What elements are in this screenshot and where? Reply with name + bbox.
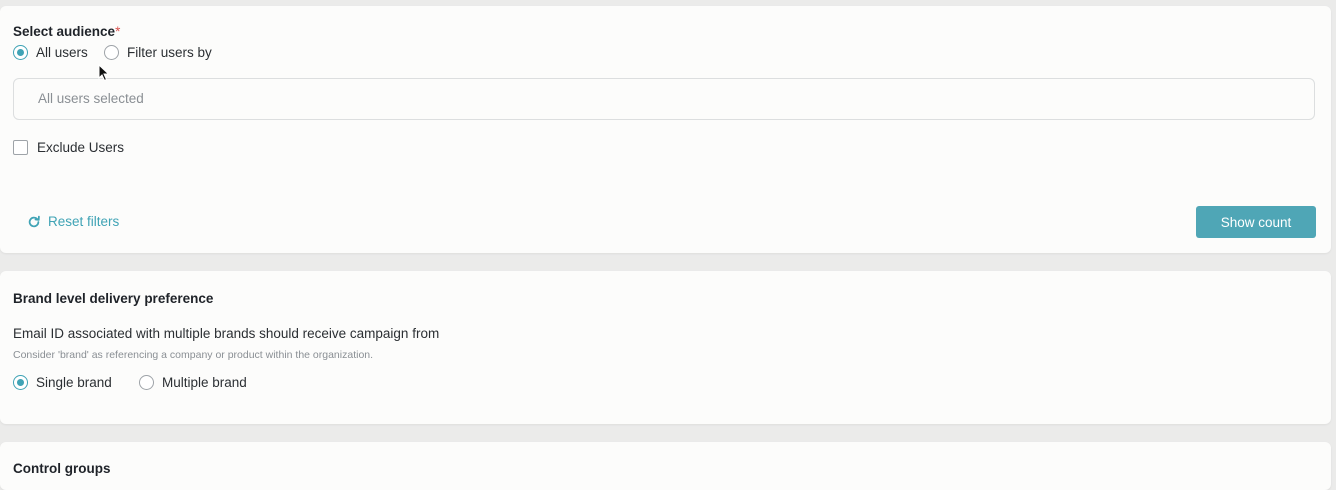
exclude-users-checkbox[interactable]: Exclude Users <box>13 140 124 155</box>
radio-single-brand[interactable]: Single brand <box>13 375 112 390</box>
control-groups-title: Control groups <box>13 461 111 476</box>
exclude-users-checkbox-control[interactable] <box>13 140 28 155</box>
exclude-users-label: Exclude Users <box>37 140 125 155</box>
radio-multiple-brand-control[interactable] <box>139 375 154 390</box>
audience-selection-summary[interactable]: All users selected <box>13 78 1315 120</box>
radio-single-brand-control[interactable] <box>13 375 28 390</box>
audience-title: Select audience* <box>13 24 121 39</box>
radio-single-brand-label: Single brand <box>36 375 112 390</box>
radio-all-users[interactable]: All users <box>13 45 88 60</box>
show-count-button[interactable]: Show count <box>1196 206 1316 238</box>
mouse-cursor-icon <box>98 64 110 82</box>
radio-multiple-brand[interactable]: Multiple brand <box>139 375 247 390</box>
control-groups-card: Control groups <box>0 442 1331 490</box>
reset-filters-link[interactable]: Reset filters <box>27 214 119 229</box>
brand-preference-hint: Consider 'brand' as referencing a compan… <box>13 349 374 361</box>
radio-multiple-brand-label: Multiple brand <box>162 375 247 390</box>
refresh-icon <box>28 215 40 227</box>
reset-filters-label: Reset filters <box>48 214 120 229</box>
brand-preference-question: Email ID associated with multiple brands… <box>13 326 440 341</box>
brand-preference-card: Brand level delivery preference Email ID… <box>0 271 1331 424</box>
audience-card: Select audience* All users Filter users … <box>0 6 1331 253</box>
radio-all-users-control[interactable] <box>13 45 28 60</box>
radio-filter-users-by-label: Filter users by <box>127 45 212 60</box>
radio-all-users-label: All users <box>36 45 88 60</box>
brand-preference-title: Brand level delivery preference <box>13 291 214 306</box>
required-mark: * <box>115 24 121 39</box>
radio-filter-users-by-control[interactable] <box>104 45 119 60</box>
radio-filter-users-by[interactable]: Filter users by <box>104 45 212 60</box>
